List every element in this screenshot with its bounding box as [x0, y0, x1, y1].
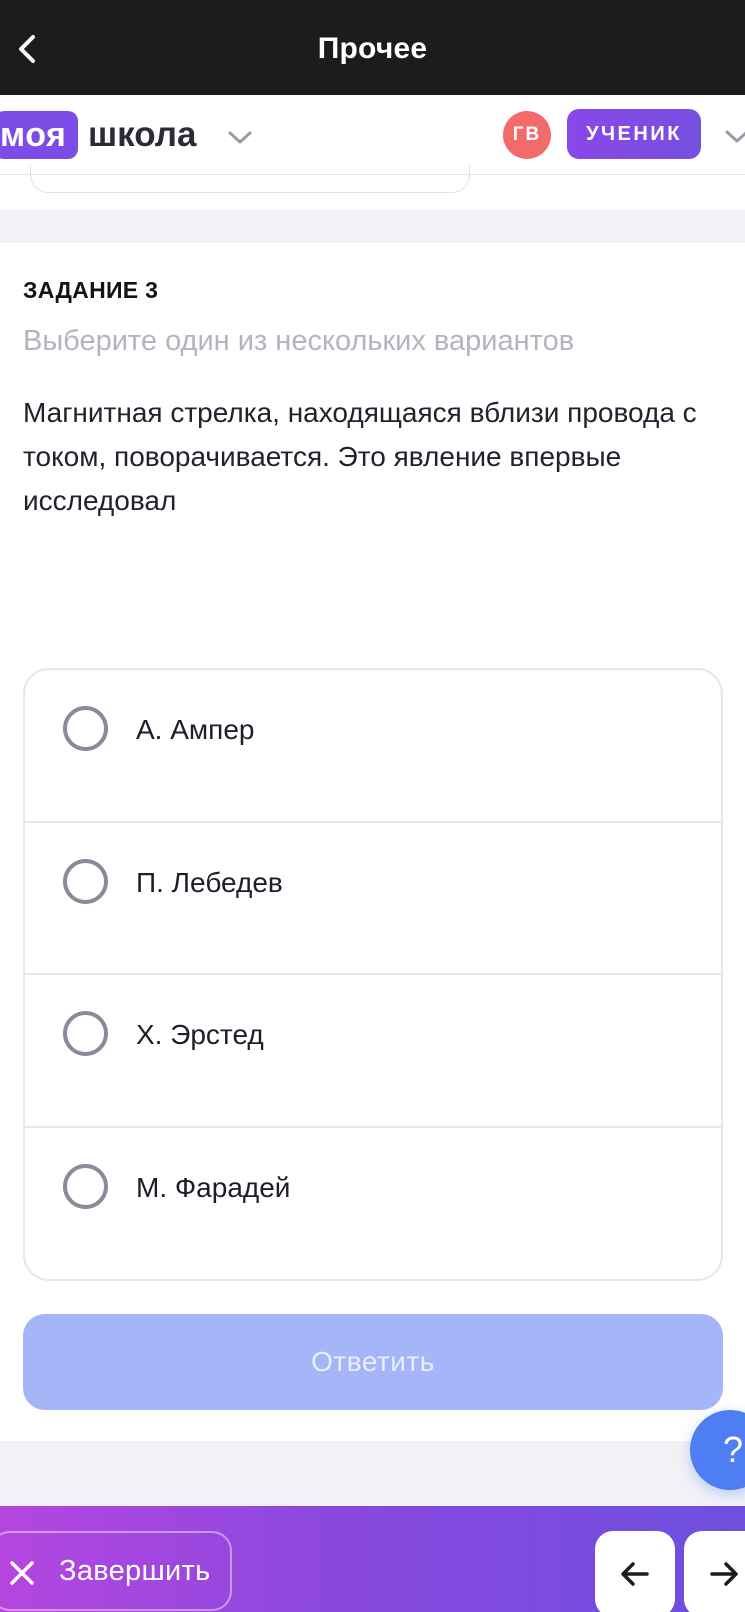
- task-label: ЗАДАНИЕ 3: [23, 277, 159, 303]
- next-task-button[interactable]: [684, 1531, 745, 1612]
- previous-task-card: [0, 165, 745, 210]
- submit-answer-button[interactable]: Ответить: [23, 1314, 723, 1410]
- chevron-down-icon[interactable]: [226, 123, 254, 151]
- arrow-left-icon: [621, 1562, 649, 1586]
- answer-option-label: М. Фарадей: [136, 1171, 291, 1203]
- radio-button[interactable]: [63, 1011, 108, 1056]
- page-title: Прочее: [317, 32, 428, 65]
- question-mark-icon: ?: [723, 1429, 744, 1470]
- page: Прочее моя школа ГВ УЧЕНИК ЗАДАНИЕ 3 Выб…: [0, 0, 745, 1612]
- answer-option[interactable]: М. Фарадей: [25, 1128, 721, 1280]
- logo-shkola[interactable]: школа: [88, 113, 196, 157]
- task-question: Магнитная стрелка, находящаяся вблизи пр…: [23, 397, 697, 516]
- task-instruction: Выберите один из нескольких вариантов: [23, 325, 575, 357]
- logo-moya[interactable]: моя: [0, 111, 79, 159]
- radio-button[interactable]: [63, 706, 108, 751]
- task-card: ЗАДАНИЕ 3 Выберите один из нескольких ва…: [0, 243, 745, 1441]
- answer-options: А. Ампер П. Лебедев Х. Эрстед М. Фарадей: [23, 668, 723, 1281]
- previous-card-edge: [30, 165, 470, 193]
- chevron-down-icon[interactable]: [723, 122, 745, 150]
- previous-task-button[interactable]: [595, 1531, 675, 1612]
- close-icon: [10, 1561, 34, 1585]
- answer-option-label: П. Лебедев: [136, 866, 283, 898]
- answer-option-label: Х. Эрстед: [136, 1019, 264, 1050]
- avatar[interactable]: ГВ: [503, 111, 551, 159]
- answer-option-label: А. Ампер: [136, 714, 255, 745]
- bottom-bar: Завершить: [0, 1506, 745, 1612]
- arrow-right-icon: [710, 1562, 738, 1586]
- role-badge[interactable]: УЧЕНИК: [567, 109, 701, 159]
- finish-label: Завершить: [59, 1555, 211, 1587]
- radio-button[interactable]: [63, 1163, 108, 1209]
- top-nav-bar: Прочее: [0, 0, 745, 95]
- radio-button[interactable]: [63, 858, 108, 904]
- answer-option[interactable]: А. Ампер: [25, 670, 721, 823]
- finish-button[interactable]: Завершить: [0, 1531, 232, 1611]
- school-header: моя школа ГВ УЧЕНИК: [0, 95, 745, 175]
- answer-option[interactable]: П. Лебедев: [25, 823, 721, 975]
- answer-option[interactable]: Х. Эрстед: [25, 975, 721, 1128]
